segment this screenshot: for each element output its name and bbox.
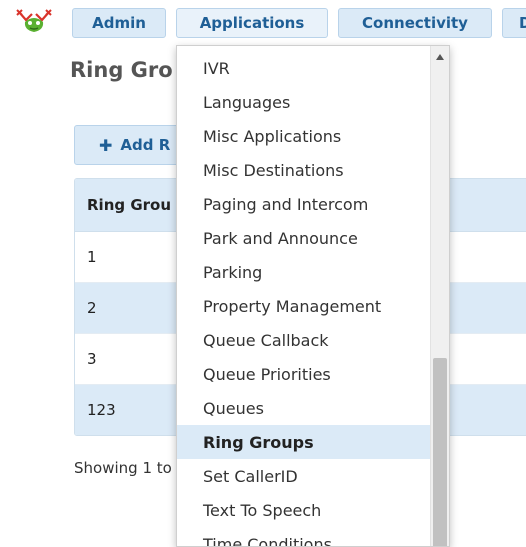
- plus-icon: ✚: [99, 135, 113, 155]
- dropdown-scrollbar[interactable]: [430, 46, 449, 546]
- add-button-label: Add R: [120, 136, 171, 154]
- nav-applications[interactable]: Applications: [176, 8, 328, 38]
- menu-item-paging-and-intercom[interactable]: Paging and Intercom: [177, 187, 431, 221]
- scroll-up-arrow-icon[interactable]: [436, 54, 444, 60]
- menu-item-languages[interactable]: Languages: [177, 85, 431, 119]
- menu-item-time-conditions[interactable]: Time Conditions: [177, 527, 431, 547]
- menu-item-queue-priorities[interactable]: Queue Priorities: [177, 357, 431, 391]
- applications-dropdown-menu: IVR Languages Misc Applications Misc Des…: [176, 45, 450, 547]
- page-title: Ring Gro: [70, 58, 173, 82]
- table-footer-info: Showing 1 to: [74, 459, 172, 477]
- menu-item-ivr[interactable]: IVR: [177, 51, 431, 85]
- menu-item-parking[interactable]: Parking: [177, 255, 431, 289]
- nav-dashboard[interactable]: D: [502, 8, 526, 38]
- menu-item-text-to-speech[interactable]: Text To Speech: [177, 493, 431, 527]
- nav-admin[interactable]: Admin: [72, 8, 166, 38]
- menu-item-queues[interactable]: Queues: [177, 391, 431, 425]
- menu-item-queue-callback[interactable]: Queue Callback: [177, 323, 431, 357]
- menu-item-park-and-announce[interactable]: Park and Announce: [177, 221, 431, 255]
- scrollbar-thumb[interactable]: [433, 358, 447, 546]
- top-nav: Admin Applications Connectivity D: [0, 0, 526, 44]
- menu-item-misc-applications[interactable]: Misc Applications: [177, 119, 431, 153]
- menu-item-misc-destinations[interactable]: Misc Destinations: [177, 153, 431, 187]
- menu-item-set-callerid[interactable]: Set CallerID: [177, 459, 431, 493]
- menu-item-property-management[interactable]: Property Management: [177, 289, 431, 323]
- freepbx-logo-icon[interactable]: [14, 6, 54, 34]
- menu-item-ring-groups[interactable]: Ring Groups: [177, 425, 431, 459]
- nav-connectivity[interactable]: Connectivity: [338, 8, 492, 38]
